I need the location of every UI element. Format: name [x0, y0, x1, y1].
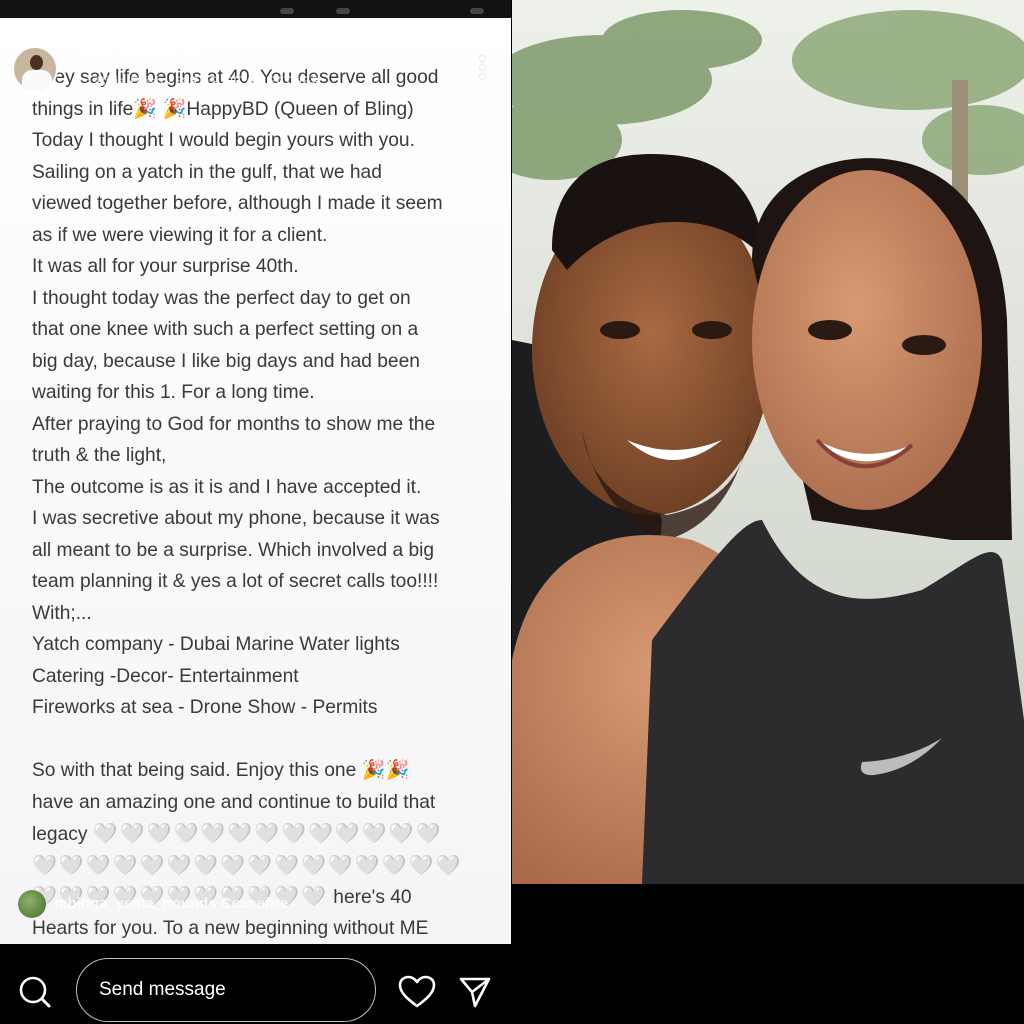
story-progress-bar — [0, 0, 511, 18]
caption-line: that one knee with such a perfect settin… — [32, 319, 419, 340]
caption-line: Today I thought I would begin yours with… — [32, 130, 415, 151]
caption-line: Hearts for you. To a new beginning witho… — [32, 917, 429, 939]
photo-illustration — [512, 0, 1024, 884]
photo-bottom-area — [512, 884, 1024, 1024]
story-header: mrkmations_2h ♫ Billie Eilish · BIRDS OF… — [12, 45, 502, 96]
caption-line: I was secretive about my phone, because … — [32, 508, 440, 529]
caption-line: Fireworks at sea - Drone Show - Permits — [32, 697, 378, 718]
caption-text: here's 40 — [327, 887, 412, 908]
caption-line: After praying to God for months to show … — [32, 413, 436, 435]
progress-segment — [280, 8, 294, 14]
progress-segment — [470, 8, 484, 14]
author-username[interactable]: mrkmations_2h — [82, 45, 200, 63]
caption-line: Yatch company - Dubai Marine Water light… — [32, 634, 400, 655]
progress-segment — [336, 8, 350, 14]
story-caption: They say life begins at 40. You deserve … — [32, 62, 502, 944]
caption-line: have an amazing one and continue to buil… — [32, 791, 436, 813]
caption-line: So with that being said. Enjoy this one … — [32, 760, 410, 781]
avatar-head — [30, 55, 43, 70]
music-label[interactable]: ♫ Billie Eilish · BIRDS OF A FEATHER — [82, 73, 322, 89]
caption-line: as if we were viewing it for a client. — [32, 224, 328, 246]
white-hearts-row: 🤍🤍🤍🤍🤍🤍🤍🤍🤍🤍🤍🤍🤍🤍🤍🤍 — [32, 852, 463, 877]
commenter-avatar — [18, 890, 46, 918]
caption-line: Sailing on a yatch in the gulf, that we … — [32, 161, 382, 183]
caption-line: viewed together before, although I made … — [32, 193, 443, 214]
more-icon[interactable] — [480, 56, 486, 82]
author-avatar[interactable] — [12, 46, 58, 92]
caption-line: truth & the light, — [32, 445, 167, 466]
caption-line: team planning it & yes a lot of secret c… — [32, 571, 439, 592]
caption-line: I thought today was the perfect day to g… — [32, 287, 411, 309]
send-message-input[interactable]: Send message — [76, 958, 376, 1022]
caption-line: all meant to be a surprise. Which involv… — [32, 539, 435, 561]
caption-line: With;... — [32, 602, 92, 624]
search-icon[interactable] — [18, 975, 52, 1009]
avatar-shirt — [22, 70, 52, 90]
white-hearts-row: 🤍🤍🤍🤍🤍🤍🤍🤍🤍🤍🤍🤍🤍 — [92, 821, 443, 845]
send-icon[interactable] — [458, 975, 492, 1009]
caption-line: The outcome is as it is and I have accep… — [32, 476, 422, 498]
caption-line: Catering -Decor- Entertainment — [32, 665, 299, 687]
caption-text: legacy — [32, 824, 88, 845]
caption-line: big day, because I like big days and had… — [32, 350, 420, 372]
caption-line: waiting for this 1. For a long time. — [32, 382, 315, 403]
commenter-name: mbinga_yema_pounds Ceasefire — [54, 895, 289, 912]
story-text-panel[interactable]: They say life begins at 40. You deserve … — [0, 18, 511, 944]
couple-photo — [512, 0, 1024, 884]
caption-line-legacy: legacy 🤍🤍🤍🤍🤍🤍🤍🤍🤍🤍🤍🤍🤍 — [32, 818, 502, 850]
heart-icon[interactable] — [398, 975, 436, 1009]
caption-line-hearts: 🤍🤍🤍🤍🤍🤍🤍🤍🤍🤍🤍🤍🤍🤍🤍🤍 — [32, 850, 502, 882]
caption-line: It was all for your surprise 40th. — [32, 256, 299, 277]
caption-line: things in life🎉 🎉HappyBD (Queen of Bling… — [32, 98, 414, 120]
